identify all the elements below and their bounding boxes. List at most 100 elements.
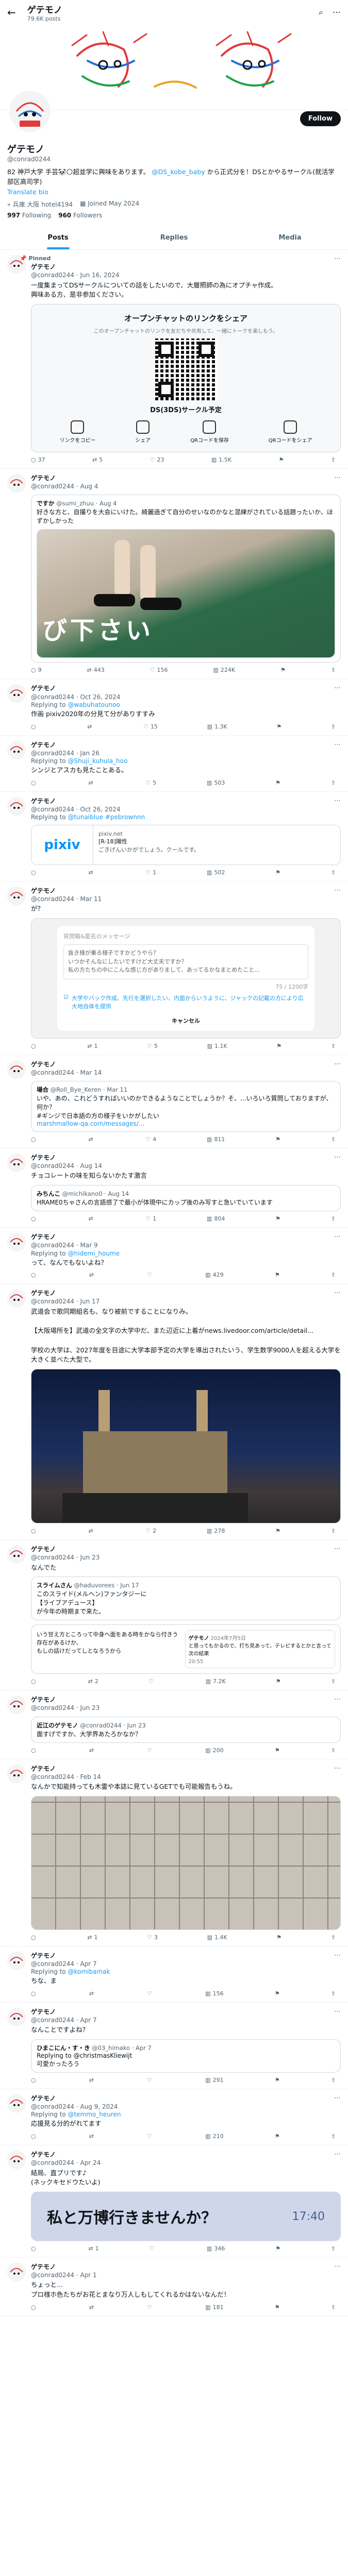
retweet-button[interactable]: ⇄ 1 bbox=[87, 1043, 97, 1049]
tweet-avatar[interactable] bbox=[7, 887, 26, 905]
quote-link[interactable]: marshmallow-qa.com/messages/... bbox=[37, 1120, 335, 1127]
tweet-author-name[interactable]: ゲテモノ bbox=[31, 1233, 56, 1241]
views-button[interactable]: ▥ 210 bbox=[205, 2133, 223, 2140]
tweet-more-icon[interactable]: ⋯ bbox=[334, 2094, 341, 2102]
tweet-author-name[interactable]: ゲテモノ bbox=[31, 685, 56, 692]
retweet-button[interactable]: ⇄ 2 bbox=[88, 1678, 98, 1685]
tweet[interactable]: ゲテモノ @conrad0244 · Jun 23 ⋯ 近江のゲテモノ @conrad… bbox=[0, 1690, 348, 1759]
speech-banner-image[interactable]: 私と万博行きませんか？ 17:40 bbox=[31, 2192, 341, 2241]
share-button[interactable]: ⇪ bbox=[331, 1678, 336, 1685]
card-action-button[interactable]: QRコードをシェア bbox=[269, 420, 312, 444]
tweet[interactable]: ゲテモノ @conrad0244 · Mar 11 ⋯ が？ 質問箱&匿名のメッセージ抜… bbox=[0, 882, 348, 1055]
share-button[interactable]: ⇪ bbox=[331, 456, 336, 463]
tweet-date[interactable]: Mar 11 bbox=[80, 895, 102, 903]
tweet-avatar[interactable] bbox=[7, 1764, 26, 1783]
reply-button[interactable]: ○ bbox=[31, 1528, 38, 1534]
tweet-author-name[interactable]: ゲテモノ bbox=[31, 798, 56, 805]
like-button[interactable]: ♡ 1 bbox=[145, 869, 156, 876]
card-action-button[interactable]: QRコードを保存 bbox=[190, 420, 229, 444]
tweet-more-icon[interactable]: ⋯ bbox=[334, 887, 341, 894]
tweet-author-name[interactable]: ゲテモノ bbox=[31, 2263, 56, 2270]
tweet-author-name[interactable]: ゲテモノ bbox=[31, 2095, 56, 2102]
views-button[interactable]: ▥ 1.1K bbox=[207, 1043, 227, 1049]
tweet[interactable]: ゲテモノ @conrad0244 · Mar 14 ⋯ 場合 @Roll_Bye_Ke… bbox=[0, 1055, 348, 1148]
tweet-author-handle[interactable]: @conrad0244 bbox=[31, 272, 74, 279]
tweet-avatar[interactable] bbox=[7, 1545, 26, 1564]
retweet-button[interactable]: ⇄ bbox=[88, 779, 95, 786]
reply-button[interactable]: ○ bbox=[31, 1215, 38, 1222]
tweet-author-name[interactable]: ゲテモノ bbox=[31, 1952, 56, 1959]
retweet-button[interactable]: ⇄ 1 bbox=[87, 1934, 97, 1941]
retweet-button[interactable]: ⇄ bbox=[89, 1990, 96, 1997]
tweet-author-name[interactable]: ゲテモノ bbox=[31, 263, 56, 270]
like-button[interactable]: ♡ bbox=[148, 1678, 156, 1685]
bookmark-button[interactable]: ⚑ bbox=[276, 723, 281, 730]
like-button[interactable]: ♡ 15 bbox=[143, 723, 158, 730]
tweet-avatar[interactable] bbox=[7, 684, 26, 703]
bookmark-button[interactable]: ⚑ bbox=[275, 2133, 280, 2140]
like-button[interactable]: ♡ 23 bbox=[150, 456, 164, 463]
tweet-author-name[interactable]: ゲテモノ bbox=[31, 741, 56, 749]
reply-button[interactable]: ○ bbox=[31, 2133, 38, 2140]
tweet-date[interactable]: Jun 23 bbox=[80, 1704, 100, 1711]
reply-button[interactable]: ○ bbox=[31, 1043, 38, 1049]
reply-to-link[interactable]: @Shuji_kuhula_hoo bbox=[68, 757, 127, 765]
like-button[interactable]: ♡ 1 bbox=[145, 1215, 156, 1222]
share-button[interactable]: ⇪ bbox=[331, 2304, 336, 2311]
link-card[interactable]: pixiv pixiv.net [R-18]陽性 ごきげんいかがでしょう。クールです。 bbox=[31, 825, 341, 865]
tweet-avatar[interactable] bbox=[7, 1289, 26, 1308]
building-photo[interactable] bbox=[31, 1369, 341, 1524]
tweet-author-handle[interactable]: @conrad0244 bbox=[31, 1554, 74, 1561]
tweet-avatar[interactable] bbox=[7, 1951, 26, 1970]
tab-posts[interactable]: Posts bbox=[0, 226, 116, 250]
tweet-more-icon[interactable]: ⋯ bbox=[334, 797, 341, 805]
share-button[interactable]: ⇪ bbox=[331, 1272, 336, 1278]
share-button[interactable]: ⇪ bbox=[331, 1215, 336, 1222]
bookmark-button[interactable]: ⚑ bbox=[275, 869, 280, 876]
followers-link[interactable]: 960 Followers bbox=[58, 212, 102, 219]
like-button[interactable]: ♡ bbox=[147, 2304, 154, 2311]
tweet-date[interactable]: Mar 9 bbox=[80, 1242, 97, 1249]
tweet-date[interactable]: Apr 24 bbox=[80, 2159, 101, 2166]
bookmark-button[interactable]: ⚑ bbox=[276, 1678, 281, 1685]
tweet-author-handle[interactable]: @conrad0244 bbox=[31, 750, 74, 757]
views-button[interactable]: ▥ 1.5K bbox=[211, 456, 231, 463]
like-button[interactable]: ♡ 5 bbox=[145, 779, 156, 786]
tweet-author-handle[interactable]: @conrad0244 bbox=[31, 1162, 74, 1170]
share-button[interactable]: ⇪ bbox=[331, 2133, 336, 2140]
tweet-date[interactable]: Jun 17 bbox=[80, 1298, 100, 1305]
tweet-more-icon[interactable]: ⋯ bbox=[334, 1696, 341, 1703]
retweet-button[interactable]: ⇄ 443 bbox=[87, 667, 105, 673]
bookmark-button[interactable]: ⚑ bbox=[275, 779, 280, 786]
views-button[interactable]: ▥ 224K bbox=[213, 667, 235, 673]
like-button[interactable]: ♡ 3 bbox=[147, 1934, 158, 1941]
views-button[interactable]: ▥ 181 bbox=[205, 2304, 223, 2311]
tweet-author-handle[interactable]: @conrad0244 bbox=[31, 806, 74, 813]
like-button[interactable]: ♡ 4 bbox=[145, 1136, 156, 1143]
like-button[interactable]: ♡ bbox=[147, 2077, 154, 2083]
tweet-avatar[interactable] bbox=[7, 1696, 26, 1715]
views-button[interactable]: ▥ 503 bbox=[207, 779, 225, 786]
tweet-date[interactable]: Apr 7 bbox=[80, 1960, 96, 1968]
tweet-author-name[interactable]: ゲテモノ bbox=[31, 1546, 56, 1553]
tweet[interactable]: ゲテモノ @conrad0244 · Feb 14 ⋯ なんかで知能持っても木霊や本誌… bbox=[0, 1759, 348, 1946]
retweet-button[interactable]: ⇄ bbox=[89, 1747, 96, 1754]
reply-button[interactable]: ○ bbox=[31, 779, 38, 786]
share-button[interactable]: ⇪ bbox=[331, 2245, 336, 2252]
reply-button[interactable]: ○ bbox=[31, 1678, 38, 1685]
views-button[interactable]: ▥ 200 bbox=[205, 1747, 223, 1754]
tweet-more-icon[interactable]: ⋯ bbox=[334, 1233, 341, 1241]
tweet-author-handle[interactable]: @conrad0244 bbox=[31, 2103, 74, 2110]
bio-mention-link[interactable]: @DS_kobe_baby bbox=[152, 168, 205, 176]
reply-button[interactable]: ○ bbox=[31, 2077, 38, 2083]
tweet-more-icon[interactable]: ⋯ bbox=[334, 2263, 341, 2270]
tweet-author-handle[interactable]: @conrad0244 bbox=[31, 2272, 74, 2279]
views-button[interactable]: ▥ 278 bbox=[207, 1528, 225, 1534]
tweet[interactable]: ゲテモノ @conrad0244 · Apr 1 ⋯ ちょっと... プロ様ホ色たちが… bbox=[0, 2258, 348, 2316]
reply-button[interactable]: ○ bbox=[31, 1747, 38, 1754]
tweet-avatar[interactable] bbox=[7, 740, 26, 759]
following-link[interactable]: 997 Following bbox=[7, 212, 51, 219]
tweet-more-icon[interactable]: ⋯ bbox=[334, 1765, 341, 1772]
tweet[interactable]: ゲテモノ @conrad0244 · Apr 7 ⋯ なんことですよね？ ひまこにん・す… bbox=[0, 2003, 348, 2089]
tweet-author-handle[interactable]: @conrad0244 bbox=[31, 483, 74, 490]
